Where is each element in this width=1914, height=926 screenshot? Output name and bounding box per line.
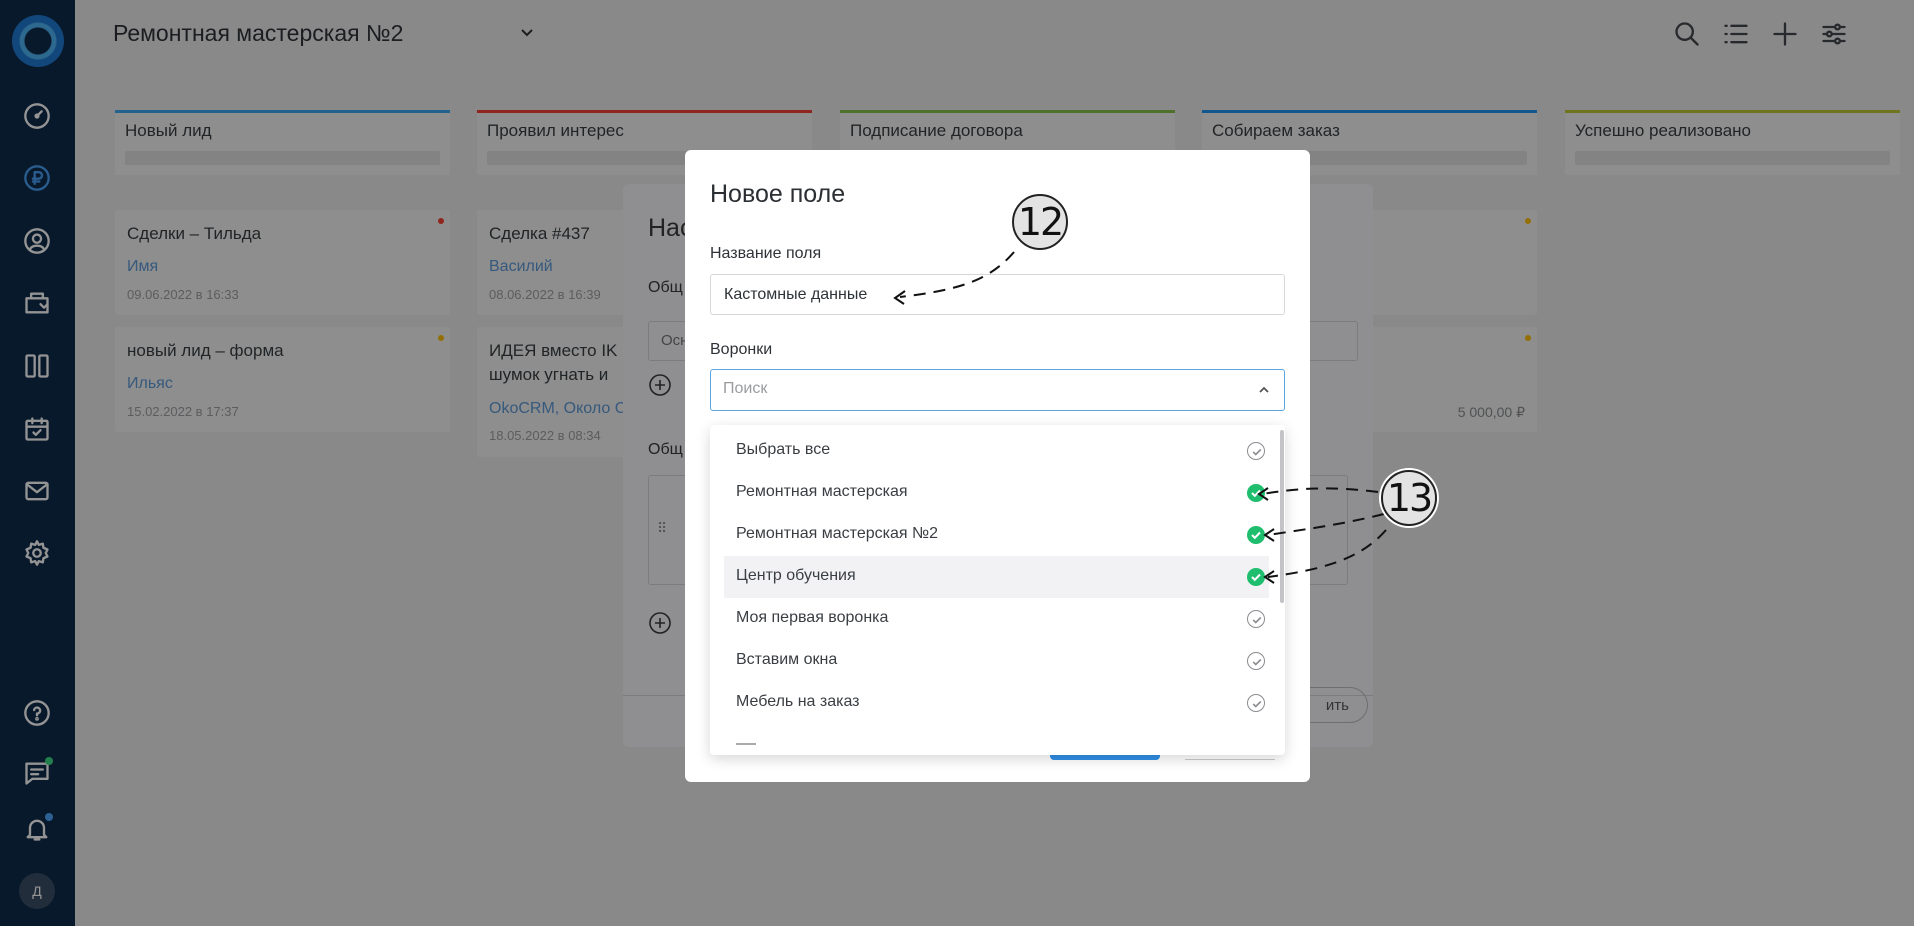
funnels-label: Воронки [710, 341, 773, 358]
dropdown-item-label: Моя первая воронка [736, 609, 889, 626]
annotation-callout-13: 13 [1381, 470, 1437, 526]
chevron-up-icon[interactable] [1256, 382, 1272, 398]
dropdown-item-partial [736, 743, 756, 753]
field-name-value: Кастомные данные [724, 286, 868, 303]
add-icon[interactable] [648, 611, 672, 635]
check-circle-icon[interactable] [1247, 652, 1265, 670]
modal-title: Новое поле [710, 180, 846, 208]
dropdown-item[interactable]: Вставим окна [724, 640, 1269, 682]
check-circle-icon[interactable] [1247, 526, 1265, 544]
dropdown-item-label: Выбрать все [736, 441, 831, 458]
section-label: Общ [648, 441, 683, 458]
add-icon[interactable] [648, 373, 672, 397]
dropdown-item-label: Центр обучения [736, 567, 856, 584]
funnels-search-input[interactable] [723, 380, 1223, 398]
dropdown-item[interactable]: Ремонтная мастерская №2 [724, 514, 1269, 556]
dropdown-scrollbar[interactable] [1280, 430, 1284, 603]
dropdown-item-label: Ремонтная мастерская [736, 483, 908, 500]
check-circle-icon[interactable] [1247, 610, 1265, 628]
dropdown-item[interactable]: Ремонтная мастерская [724, 472, 1269, 514]
dropdown-item-select-all[interactable]: Выбрать все [724, 430, 1269, 472]
drag-handle-icon[interactable]: ⠿ [657, 521, 667, 537]
dropdown-item[interactable]: Моя первая воронка [724, 598, 1269, 640]
field-name-input[interactable]: Кастомные данные [710, 274, 1285, 315]
dropdown-item-label: Вставим окна [736, 651, 838, 668]
check-circle-icon[interactable] [1247, 694, 1265, 712]
dropdown-item-label: Ремонтная мастерская №2 [736, 525, 939, 542]
dropdown-item[interactable]: Центр обучения [724, 556, 1269, 598]
section-label: Общ [648, 279, 683, 296]
annotation-callout-12: 12 [1012, 194, 1068, 250]
funnels-dropdown: Выбрать все Ремонтная мастерская Ремонтн… [710, 425, 1285, 755]
field-name-label: Название поля [710, 245, 822, 262]
dropdown-item-label: Мебель на заказ [736, 693, 860, 710]
funnels-select[interactable] [710, 369, 1285, 411]
check-circle-icon[interactable] [1247, 484, 1265, 502]
check-circle-icon[interactable] [1247, 442, 1265, 460]
check-circle-icon[interactable] [1247, 568, 1265, 586]
dropdown-item[interactable]: Мебель на заказ [724, 682, 1269, 724]
